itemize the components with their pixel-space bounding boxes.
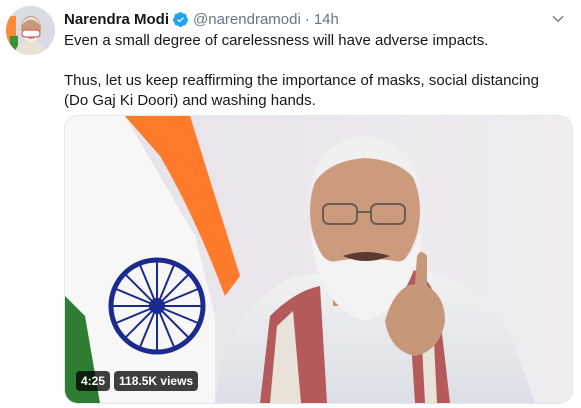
tweet-timestamp[interactable]: 14h [314,11,339,28]
avatar-image [6,6,55,55]
video-view-count: 118.5K views [114,371,199,391]
tweet-header: Narendra Modi @narendramodi · 14h [64,9,551,29]
tweet-text-line-2: Thus, let us keep reaffirming the import… [64,72,539,109]
verified-badge-icon [172,11,189,28]
video-duration: 4:25 [76,371,111,391]
separator-dot: · [304,10,310,28]
author-avatar[interactable] [6,6,55,55]
chevron-down-icon[interactable] [549,10,567,28]
ashoka-chakra [108,257,206,355]
tweet[interactable]: Narendra Modi @narendramodi · 14h Even a… [0,0,581,408]
author-name[interactable]: Narendra Modi [64,11,169,28]
video-thumbnail [65,116,572,403]
video-badges: 4:25 118.5K views [76,371,199,391]
video-player[interactable]: 4:25 118.5K views [64,115,573,404]
tweet-text-line-1: Even a small degree of carelessness will… [64,32,489,49]
tweet-text: Even a small degree of carelessness will… [64,31,564,111]
author-handle[interactable]: @narendramodi [193,11,301,28]
